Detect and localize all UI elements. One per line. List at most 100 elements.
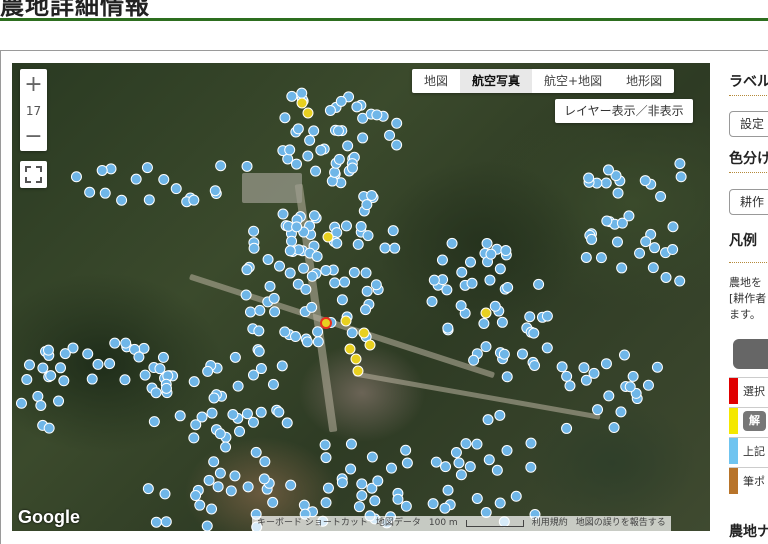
parcel-marker bbox=[348, 266, 360, 278]
parcel-marker bbox=[356, 478, 368, 490]
parcel-marker bbox=[58, 375, 70, 387]
parcel-marker bbox=[248, 242, 260, 254]
parcel-marker bbox=[116, 194, 128, 206]
parcel-marker bbox=[158, 174, 170, 186]
parcel-marker bbox=[225, 485, 237, 497]
parcel-marker bbox=[315, 144, 327, 156]
parcel-marker bbox=[651, 361, 663, 373]
terms-link[interactable]: 利用規約 bbox=[532, 516, 568, 531]
parcel-marker bbox=[206, 407, 218, 419]
parcel-marker bbox=[148, 416, 160, 428]
parcel-marker bbox=[401, 457, 413, 469]
parcel-marker bbox=[592, 404, 604, 416]
parcel-marker bbox=[484, 274, 496, 286]
parcel-marker bbox=[627, 370, 639, 382]
parcel-marker bbox=[564, 380, 576, 392]
parcel-marker bbox=[360, 304, 372, 316]
parcel-marker bbox=[203, 474, 215, 486]
parcel-marker bbox=[208, 392, 220, 404]
parcel-marker bbox=[119, 374, 131, 386]
legend-toggle-button[interactable] bbox=[733, 339, 768, 369]
parcel-marker bbox=[485, 248, 497, 260]
legend-label: 上記 bbox=[743, 445, 765, 458]
parcel-marker bbox=[208, 456, 220, 468]
parcel-marker bbox=[160, 382, 172, 394]
parcel-marker bbox=[190, 490, 202, 502]
map-data-link[interactable]: 地図データ bbox=[376, 516, 421, 531]
parcel-marker bbox=[269, 306, 281, 318]
parcel-marker bbox=[583, 172, 595, 184]
parcel-marker bbox=[478, 317, 490, 329]
parcel-marker bbox=[154, 363, 166, 375]
parcel-marker bbox=[667, 221, 679, 233]
farmland-heading: 農地ナ bbox=[729, 524, 768, 540]
parcel-marker bbox=[355, 220, 367, 232]
parcel-marker bbox=[276, 360, 288, 372]
parcel-marker bbox=[510, 490, 522, 502]
parcel-marker bbox=[600, 358, 612, 370]
map-type-satellite[interactable]: 航空写真 bbox=[460, 69, 533, 93]
parcel-marker bbox=[298, 262, 310, 274]
zoom-out-button[interactable]: − bbox=[20, 125, 47, 149]
layer-toggle-button[interactable]: レイヤー表示／非表示 bbox=[555, 99, 693, 123]
parcel-marker bbox=[442, 484, 454, 496]
parcel-marker bbox=[586, 233, 598, 245]
parcel-marker bbox=[498, 348, 510, 360]
parcel-marker bbox=[196, 411, 208, 423]
parcel-marker bbox=[290, 158, 302, 170]
legend-action-button[interactable]: 解 bbox=[743, 411, 766, 431]
report-error-link[interactable]: 地図の誤りを報告する bbox=[576, 516, 666, 531]
parcel-marker bbox=[244, 306, 256, 318]
parcel-marker bbox=[232, 380, 244, 392]
parcel-marker bbox=[379, 242, 391, 254]
parcel-marker bbox=[274, 260, 286, 272]
map-view[interactable]: + 17 − 地図 航空写真 航空+地図 地形図 レイヤー表示／非表示 Goog… bbox=[12, 63, 710, 531]
parcel-marker bbox=[55, 362, 67, 374]
legend-label: 筆ポ bbox=[743, 475, 765, 488]
parcel-marker bbox=[602, 164, 614, 176]
parcel-marker bbox=[247, 416, 259, 428]
parcel-marker bbox=[241, 408, 253, 420]
parcel-marker bbox=[391, 117, 403, 129]
legend-item-blue: 上記 bbox=[729, 437, 768, 464]
parcel-marker bbox=[525, 461, 537, 473]
parcel-marker bbox=[279, 112, 291, 124]
legend-item-yellow: 解 bbox=[729, 407, 768, 434]
parcel-marker bbox=[371, 109, 383, 121]
color-mode-select[interactable]: 耕作 bbox=[729, 189, 768, 215]
settings-button[interactable]: 設定 bbox=[729, 111, 768, 137]
parcel-marker bbox=[516, 348, 528, 360]
parcel-marker bbox=[247, 369, 259, 381]
parcel-marker bbox=[618, 349, 630, 361]
legend-swatch-brown bbox=[729, 468, 738, 494]
map-type-map[interactable]: 地図 bbox=[412, 69, 460, 93]
zoom-in-button[interactable]: + bbox=[20, 73, 47, 97]
parcel-marker bbox=[255, 406, 267, 418]
fullscreen-button[interactable] bbox=[20, 161, 47, 188]
parcel-marker bbox=[616, 262, 628, 274]
parcel-marker bbox=[491, 464, 503, 476]
parcel-marker bbox=[301, 336, 313, 348]
parcel-marker bbox=[296, 87, 308, 99]
parcel-marker bbox=[649, 242, 661, 254]
parcel-marker bbox=[427, 498, 439, 510]
parcel-marker bbox=[455, 300, 467, 312]
parcel-marker bbox=[450, 447, 462, 459]
map-type-hybrid[interactable]: 航空+地図 bbox=[532, 69, 614, 93]
parcel-markers bbox=[15, 87, 687, 531]
parcel-marker bbox=[92, 358, 104, 370]
parcel-marker bbox=[23, 359, 35, 371]
parcel-marker bbox=[324, 104, 336, 116]
parcel-marker bbox=[453, 457, 465, 469]
parcel-marker bbox=[215, 160, 227, 172]
keyboard-shortcuts-link[interactable]: キーボード ショートカット bbox=[257, 516, 368, 531]
map-type-terrain[interactable]: 地形図 bbox=[614, 69, 674, 93]
parcel-marker-highlight bbox=[302, 107, 314, 119]
parcel-marker bbox=[267, 496, 279, 508]
parcel-marker bbox=[647, 262, 659, 274]
parcel-marker bbox=[356, 489, 368, 501]
parcel-marker bbox=[588, 367, 600, 379]
parcel-marker bbox=[259, 456, 271, 468]
parcel-marker bbox=[141, 162, 153, 174]
parcel-marker bbox=[400, 444, 412, 456]
